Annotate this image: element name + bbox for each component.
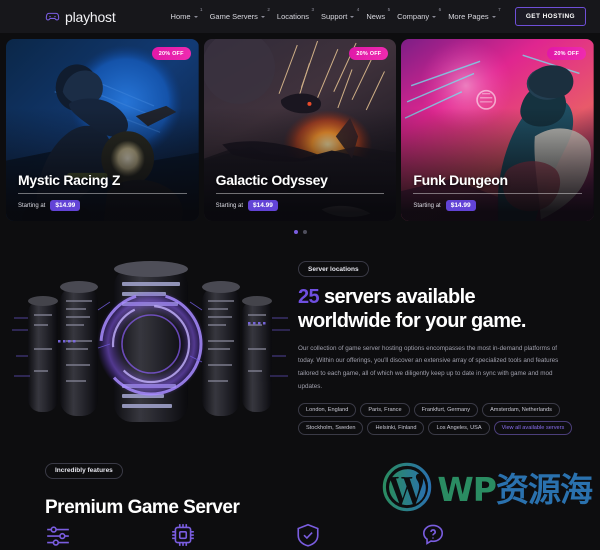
location-chip[interactable]: Helsinki, Finland — [367, 421, 425, 436]
nav-label: Company — [397, 12, 430, 21]
nav-superscript: 1 — [200, 7, 203, 12]
card-starting-label: Starting at — [215, 202, 244, 209]
nav-label: Locations — [276, 12, 310, 21]
nav-label: More Pages — [448, 12, 489, 21]
card-title: Galactic Odyssey — [215, 172, 328, 188]
feature-item-security[interactable] — [295, 522, 420, 548]
nav-item-locations[interactable]: Locations 3 — [276, 7, 314, 21]
features-title: Premium Game Server — [45, 496, 240, 518]
nav-label: Game Servers — [209, 12, 258, 21]
nav-superscript: 6 — [438, 7, 442, 12]
carousel-dot-1[interactable] — [293, 230, 298, 234]
nav-label: News — [366, 12, 386, 21]
card-title: Mystic Racing Z — [18, 172, 121, 188]
chevron-down-icon — [193, 15, 198, 18]
chevron-down-icon — [432, 15, 437, 18]
card-price-row: Starting at $14.99 — [413, 200, 582, 211]
location-chip-list: London, England Paris, France Frankfurt,… — [298, 403, 580, 436]
nav-superscript: 3 — [311, 7, 315, 12]
nav-superscript: 7 — [498, 7, 501, 12]
game-card-galactic-odyssey[interactable]: 20% OFF Galactic Odyssey Starting at $14… — [203, 39, 397, 221]
card-starting-label: Starting at — [413, 202, 441, 209]
discount-badge: 20% OFF — [349, 47, 389, 60]
card-divider — [18, 193, 187, 194]
feature-item-cpu[interactable] — [170, 522, 295, 548]
sliders-settings-icon — [47, 526, 69, 546]
card-title: Funk Dungeon — [413, 172, 508, 188]
card-starting-label: Starting at — [18, 202, 46, 209]
question-chat-bubble-icon — [422, 524, 444, 545]
location-chip[interactable]: Los Angeles, USA — [428, 421, 490, 436]
carousel-dots — [0, 221, 600, 244]
gamepad-icon — [45, 12, 60, 21]
location-chip[interactable]: Paris, France — [360, 403, 410, 418]
nav-item-company[interactable]: Company 6 — [397, 7, 441, 21]
card-body: Galactic Odyssey Starting at $14.99 — [215, 172, 385, 211]
card-divider — [215, 193, 385, 194]
server-locations-copy: Server locations 25 servers available wo… — [298, 254, 590, 436]
location-chip[interactable]: London, England — [298, 403, 357, 418]
site-header: playhost Home 1 Game Servers 2 Locations… — [0, 0, 600, 33]
server-racks-illustration — [10, 252, 292, 437]
nav-superscript: 4 — [356, 7, 360, 12]
nav-item-home[interactable]: Home 1 — [170, 7, 203, 21]
feature-icon-row — [45, 522, 600, 548]
main-nav: Home 1 Game Servers 2 Locations 3 Suppor… — [170, 7, 501, 21]
nav-item-more-pages[interactable]: More Pages 7 — [448, 7, 500, 21]
section-paragraph: Our collection of game server hosting op… — [298, 344, 559, 391]
shield-check-icon — [297, 523, 319, 547]
chevron-down-icon — [350, 15, 355, 18]
game-card-funk-dungeon[interactable]: 20% OFF Funk Dungeon Starting at $14.99 — [401, 39, 595, 221]
chevron-down-icon — [491, 15, 496, 18]
section-tag-incredibly-features: Incredibly features — [45, 462, 123, 479]
card-body: Funk Dungeon Starting at $14.99 — [413, 172, 583, 211]
section-title: 25 servers available worldwide for your … — [298, 286, 590, 333]
card-price-row: Starting at $14.99 — [216, 200, 385, 211]
logo[interactable]: playhost — [45, 9, 116, 25]
card-price: $14.99 — [445, 200, 476, 211]
section-title-rest: servers available — [319, 286, 476, 309]
nav-superscript: 2 — [267, 7, 270, 12]
game-card-mystic-racing-z[interactable]: 20% OFF Mystic Racing Z Starting at $14.… — [6, 39, 199, 221]
server-count: 25 — [298, 286, 320, 309]
nav-item-game-servers[interactable]: Game Servers 2 — [209, 7, 270, 21]
location-chip[interactable]: Stockholm, Sweden — [298, 421, 364, 436]
feature-item-support[interactable] — [420, 522, 545, 548]
nav-label: Home — [170, 12, 191, 21]
location-chip[interactable]: Amsterdam, Netherlands — [482, 403, 560, 418]
carousel-dot-2[interactable] — [302, 230, 307, 234]
nav-item-news[interactable]: News 5 — [366, 7, 390, 21]
card-divider — [413, 193, 583, 194]
server-locations-section: Server locations 25 servers available wo… — [0, 244, 600, 437]
chevron-down-icon — [260, 15, 265, 18]
card-price: $14.99 — [248, 200, 278, 211]
get-hosting-button[interactable]: GET HOSTING — [514, 7, 586, 26]
feature-item-settings[interactable] — [45, 522, 170, 548]
nav-superscript: 5 — [387, 7, 391, 12]
card-price: $14.99 — [50, 200, 81, 211]
logo-text: playhost — [65, 8, 116, 25]
hero-carousel: 20% OFF Mystic Racing Z Starting at $14.… — [0, 33, 600, 221]
section-tag-server-locations: Server locations — [298, 261, 369, 278]
features-heading-block: Incredibly features Premium Game Server — [45, 459, 345, 519]
discount-badge: 20% OFF — [547, 47, 587, 60]
card-price-row: Starting at $14.99 — [18, 200, 187, 211]
features-section: Incredibly features Premium Game Server — [0, 437, 600, 519]
cpu-chip-icon — [172, 524, 194, 546]
view-all-servers-link[interactable]: View all available servers — [493, 421, 573, 436]
discount-badge: 20% OFF — [151, 47, 191, 60]
card-body: Mystic Racing Z Starting at $14.99 — [18, 172, 187, 211]
nav-item-support[interactable]: Support 4 — [321, 7, 359, 21]
location-chip[interactable]: Frankfurt, Germany — [413, 403, 479, 418]
nav-label: Support — [321, 12, 348, 21]
section-title-line2: worldwide for your game. — [298, 309, 526, 332]
